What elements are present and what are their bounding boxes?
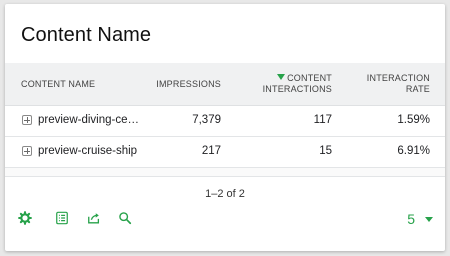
- export-icon[interactable]: [86, 210, 102, 226]
- chevron-down-icon: [425, 217, 433, 222]
- pagination-label: 1–2 of 2: [205, 188, 245, 200]
- content-interactions-cell: 117: [313, 114, 332, 126]
- table-view-icon[interactable]: [54, 210, 70, 226]
- expand-row-icon[interactable]: [22, 115, 32, 125]
- content-interactions-cell: 15: [319, 145, 332, 157]
- column-header-interaction-rate[interactable]: INTERACTION RATE: [367, 73, 430, 95]
- page-size-value: 5: [407, 211, 415, 227]
- gear-icon[interactable]: [17, 210, 33, 226]
- content-name-cell: preview-diving-ce…: [38, 114, 139, 126]
- column-header-interaction-rate-line1: INTERACTION: [366, 73, 430, 83]
- page-size-select[interactable]: 5: [407, 211, 433, 227]
- table-footer-divider: [5, 168, 445, 177]
- expand-row-icon[interactable]: [22, 146, 32, 156]
- search-icon[interactable]: [117, 210, 133, 226]
- interaction-rate-cell: 1.59%: [397, 114, 430, 126]
- impressions-cell: 7,379: [192, 114, 221, 126]
- content-name-cell: preview-cruise-ship: [38, 145, 138, 157]
- column-header-impressions[interactable]: IMPRESSIONS: [156, 79, 221, 90]
- column-header-interaction-rate-line2: RATE: [405, 84, 430, 94]
- impressions-cell: 217: [201, 145, 221, 157]
- table-row[interactable]: preview-diving-ce… 7,379 117 1.59%: [5, 105, 445, 137]
- sort-descending-icon: [277, 74, 286, 80]
- column-header-content-interactions[interactable]: CONTENT INTERACTIONS: [263, 73, 332, 95]
- column-header-content-name[interactable]: CONTENT NAME: [21, 79, 95, 90]
- content-name-widget: Content Name CONTENT NAME IMPRESSIONS CO…: [5, 4, 445, 251]
- table-row[interactable]: preview-cruise-ship 217 15 6.91%: [5, 136, 445, 168]
- column-header-content-interactions-line2: INTERACTIONS: [262, 84, 332, 94]
- widget-title: Content Name: [21, 24, 152, 46]
- column-header-content-interactions-line1: CONTENT: [287, 73, 332, 83]
- interaction-rate-cell: 6.91%: [397, 145, 430, 157]
- table-header: CONTENT NAME IMPRESSIONS CONTENT INTERAC…: [5, 63, 445, 106]
